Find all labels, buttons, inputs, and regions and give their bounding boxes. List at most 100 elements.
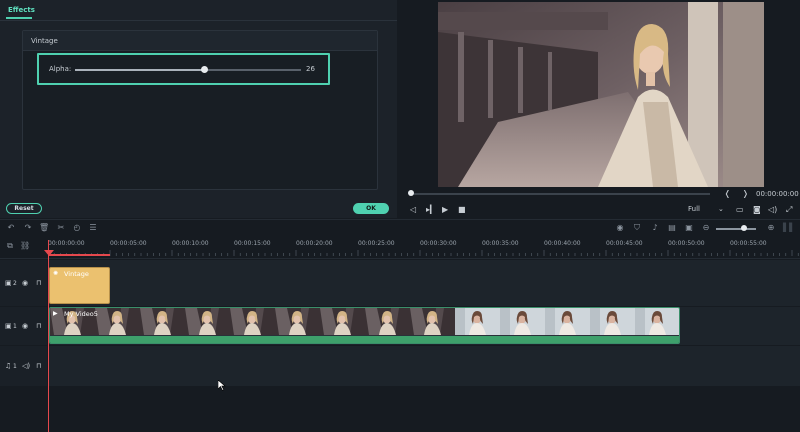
undo-icon[interactable]: ↶: [6, 223, 16, 232]
divider: [0, 20, 397, 21]
speed-icon[interactable]: ◴: [72, 223, 82, 232]
vintage-header: Vintage: [23, 31, 377, 51]
ruler-tick-label: 00:00:10:00: [172, 240, 209, 247]
cut-icon[interactable]: ✂: [56, 223, 66, 232]
lock-icon[interactable]: ⊓: [36, 279, 41, 287]
video-thumbnail: [230, 308, 275, 335]
video-track-icon: ▣: [5, 279, 12, 287]
ruler-tick-label: 00:00:05:00: [110, 240, 147, 247]
video-clip-icon: ▶: [53, 310, 58, 317]
playback-time: 00:00:00:00: [756, 190, 799, 198]
track-header-audio-1: ♫ 1 ◁) ⊓: [0, 346, 47, 386]
video-thumbnail: [455, 308, 500, 335]
tab-underline: [6, 17, 32, 19]
playhead[interactable]: [48, 240, 49, 432]
ruler-tick-label: 00:00:00:00: [48, 240, 85, 247]
playback-progress-track[interactable]: [410, 193, 710, 195]
snap-icon[interactable]: ⧉: [5, 241, 15, 251]
alpha-slider-fill: [75, 69, 205, 71]
quality-select[interactable]: Full ⌄: [688, 205, 726, 216]
mark-in-icon[interactable]: ❬: [724, 189, 731, 198]
ruler-tick-label: 00:00:20:00: [296, 240, 333, 247]
vintage-effect-clip[interactable]: ✺ Vintage: [49, 267, 110, 304]
ruler-tick-label: 00:00:45:00: [606, 240, 643, 247]
video-thumbnail: [410, 308, 455, 335]
track-header-video-2: ▣ 2 ◉ ⊓: [0, 260, 47, 306]
layout-toggle-icon[interactable]: ▌▌: [783, 223, 795, 232]
timeline-ruler[interactable]: ⧉ ⛓ 00:00:00:00 00:00:05:00 00:00:10:00 00:…: [0, 237, 800, 259]
mic-icon[interactable]: ♪: [650, 223, 660, 232]
alpha-value[interactable]: 26: [306, 65, 315, 73]
track-lane-audio-1[interactable]: [48, 346, 800, 386]
video-thumbnail: [590, 308, 635, 335]
chevron-down-icon: ⌄: [718, 205, 724, 213]
display-icon[interactable]: ▭: [736, 205, 744, 214]
ruler-tick-label: 00:00:25:00: [358, 240, 395, 247]
preview-video-frame: [438, 2, 764, 187]
mark-out-icon[interactable]: ❭: [742, 189, 749, 198]
vintage-effect-box: Vintage Alpha: 26: [22, 30, 378, 190]
ruler-tick-label: 00:00:30:00: [420, 240, 457, 247]
subtitle-icon[interactable]: ▤: [667, 223, 677, 232]
step-play-icon[interactable]: ▸▎: [426, 205, 436, 214]
alpha-control: Alpha: 26: [37, 53, 330, 85]
zoom-slider-thumb[interactable]: [741, 225, 747, 231]
vintage-clip-label: Vintage: [64, 270, 89, 278]
zoom-out-icon[interactable]: ⊖: [701, 223, 711, 232]
ok-button[interactable]: OK: [353, 203, 389, 214]
render-icon[interactable]: ◉: [615, 223, 625, 232]
video-thumbnail: [140, 308, 185, 335]
adjust-icon[interactable]: ☰: [88, 223, 98, 232]
marker-icon[interactable]: ⛉: [632, 223, 642, 233]
mouse-cursor-icon: [218, 380, 226, 391]
video-clip-label: My Video5: [64, 310, 98, 318]
alpha-slider-thumb[interactable]: [201, 66, 209, 73]
effects-panel: Effects Vintage Alpha: 26 Reset OK: [0, 0, 397, 218]
fullscreen-icon[interactable]: ⤢: [786, 205, 792, 215]
track-header-video-1: ▣ 1 ◉ ⊓: [0, 307, 47, 345]
vintage-title: Vintage: [31, 37, 58, 45]
timeline-toolbar: ↶ ↷ 🗑 ✂ ◴ ☰ ◉ ⛉ ♪ ▤ ▣ ⊖ ⊕ ▌▌: [0, 219, 800, 236]
audio-detach-icon[interactable]: ▣: [684, 223, 694, 232]
video-thumbnail: [500, 308, 545, 335]
eye-icon[interactable]: ◉: [22, 322, 28, 330]
delete-icon[interactable]: 🗑: [39, 223, 49, 232]
redo-icon[interactable]: ↷: [23, 223, 33, 232]
track-number: 1: [13, 363, 17, 370]
lock-icon[interactable]: ⊓: [36, 362, 41, 370]
play-icon[interactable]: ▶: [442, 205, 448, 214]
alpha-slider[interactable]: [75, 66, 301, 73]
zoom-slider[interactable]: [716, 228, 756, 230]
ruler-tick-label: 00:00:15:00: [234, 240, 271, 247]
lock-icon[interactable]: ⊓: [36, 322, 41, 330]
zoom-in-icon[interactable]: ⊕: [766, 223, 776, 232]
playback-progress-thumb[interactable]: [408, 190, 414, 196]
alpha-label: Alpha:: [49, 65, 72, 73]
track-number: 2: [13, 280, 17, 287]
ruler-tick-label: 00:00:50:00: [668, 240, 705, 247]
track-number: 1: [13, 323, 17, 330]
video-clip[interactable]: ▶ My Video5: [49, 307, 680, 344]
prev-frame-icon[interactable]: ◁: [410, 205, 416, 214]
track-lane-video-2[interactable]: [48, 260, 800, 306]
stop-icon[interactable]: ■: [458, 205, 466, 214]
mute-icon[interactable]: ◁): [22, 362, 30, 370]
ruler-range-marker: [48, 254, 110, 256]
video-thumbnail: [95, 308, 140, 335]
snapshot-icon[interactable]: ◙: [753, 205, 761, 214]
volume-icon[interactable]: ◁): [768, 205, 777, 214]
timeline-empty-area[interactable]: [0, 387, 800, 432]
reset-button[interactable]: Reset: [6, 203, 42, 214]
video-thumbnail: [185, 308, 230, 335]
playhead-handle[interactable]: [44, 250, 54, 256]
video-thumbnail: [365, 308, 410, 335]
quality-value: Full: [688, 205, 700, 213]
effect-clip-icon: ✺: [53, 270, 59, 277]
tab-effects[interactable]: Effects: [8, 6, 35, 14]
link-icon[interactable]: ⛓: [20, 241, 30, 250]
video-thumbnail: [320, 308, 365, 335]
preview-panel: ❬ ❭ 00:00:00:00 ◁ ▸▎ ▶ ■ Full ⌄ ▭ ◙ ◁) ⤢: [398, 0, 800, 218]
ruler-ticks: [48, 250, 799, 256]
eye-icon[interactable]: ◉: [22, 279, 28, 287]
audio-waveform-bar: [50, 336, 679, 343]
